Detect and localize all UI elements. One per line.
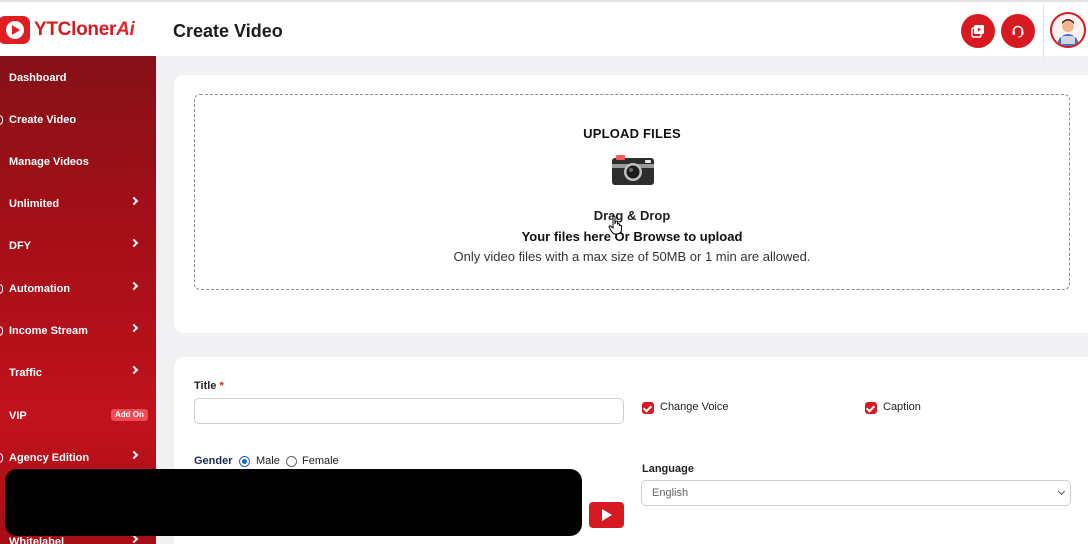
browse-upload-text[interactable]: Your files here Or Browse to upload xyxy=(195,229,1069,244)
upload-constraints-text: Only video files with a max size of 50MB… xyxy=(453,249,811,264)
sidebar-item-label: Whitelabel xyxy=(9,536,65,544)
sidebar-item-label: Create Video xyxy=(9,114,77,126)
top-header: YTClonerAi Create Video xyxy=(0,0,1088,58)
sidebar-item-label: Income Stream xyxy=(9,325,88,337)
sidebar-item-create-video[interactable]: Create Video xyxy=(0,110,156,130)
add-on-badge: Add On xyxy=(111,409,148,421)
title-input[interactable] xyxy=(194,398,624,424)
video-library-icon xyxy=(971,25,984,38)
sidebar-item-manage-videos[interactable]: Manage Videos xyxy=(0,152,156,172)
sidebar-item-label: Automation xyxy=(9,283,71,295)
sidebar-item-label: Manage Videos xyxy=(9,156,89,168)
sidebar-item-label: Traffic xyxy=(9,367,43,379)
gender-female-radio[interactable] xyxy=(286,456,297,467)
gender-male-label: Male xyxy=(256,455,280,467)
hand-cursor-icon xyxy=(608,215,622,235)
chevron-right-icon xyxy=(129,323,139,333)
upload-card: UPLOAD FILES Drag & Drop Your files here… xyxy=(174,75,1088,333)
change-voice-checkbox[interactable] xyxy=(642,402,654,414)
headset-support-icon xyxy=(1012,25,1024,38)
upload-title: UPLOAD FILES xyxy=(583,126,681,141)
caption-label: Caption xyxy=(883,401,921,413)
language-selected-value: English xyxy=(652,487,689,499)
header-divider xyxy=(1043,4,1044,58)
app-logo[interactable]: YTClonerAi xyxy=(0,16,135,44)
sidebar-item-label: Agency Edition xyxy=(9,452,90,464)
sidebar-item-icon xyxy=(0,453,3,463)
language-label: Language xyxy=(642,463,694,475)
video-library-button[interactable] xyxy=(961,14,995,48)
sidebar-item-label: DFY xyxy=(9,240,31,252)
chevron-right-icon xyxy=(129,450,139,460)
user-avatar-icon xyxy=(1057,19,1079,46)
support-button[interactable] xyxy=(1001,14,1035,48)
sidebar-item-label: Unlimited xyxy=(9,198,60,210)
sidebar-item-income-stream[interactable]: Income Stream xyxy=(0,321,156,341)
required-mark: * xyxy=(219,380,224,392)
logo-text-main: YTCloner xyxy=(34,19,117,40)
logo-text: YTClonerAi xyxy=(34,19,135,41)
page-title: Create Video xyxy=(173,21,283,41)
logo-text-accent: Ai xyxy=(116,19,135,40)
chevron-right-icon xyxy=(129,238,139,248)
change-voice-label: Change Voice xyxy=(660,401,729,413)
sidebar-item-label: Dashboard xyxy=(9,72,67,84)
title-label: Title * xyxy=(194,380,224,392)
chevron-right-icon xyxy=(129,365,139,375)
sidebar-item-traffic[interactable]: Traffic xyxy=(0,363,156,383)
chevron-down-icon xyxy=(1057,487,1066,496)
sidebar-item-icon xyxy=(0,284,3,294)
user-avatar[interactable] xyxy=(1050,12,1086,48)
sidebar-item-vip[interactable]: VIP Add On xyxy=(0,406,156,426)
gender-male-radio[interactable] xyxy=(239,456,250,467)
chevron-right-icon xyxy=(129,534,139,544)
chevron-right-icon xyxy=(129,281,139,291)
preview-voice-button[interactable] xyxy=(589,502,624,528)
gender-label: Gender xyxy=(194,455,233,467)
logo-play-icon xyxy=(0,16,30,44)
sidebar-item-icon xyxy=(0,115,3,125)
language-select[interactable]: English xyxy=(641,480,1071,506)
drag-drop-text: Drag & Drop xyxy=(593,208,671,223)
caption-checkbox[interactable] xyxy=(865,402,877,414)
sidebar-item-label: VIP xyxy=(9,410,27,422)
camera-icon xyxy=(612,155,654,185)
gender-female-label: Female xyxy=(302,455,339,467)
file-dropzone[interactable]: UPLOAD FILES Drag & Drop Your files here… xyxy=(194,94,1070,290)
title-label-text: Title xyxy=(194,380,217,392)
sidebar-item-unlimited[interactable]: Unlimited xyxy=(0,194,156,214)
sidebar-item-agency-edition[interactable]: Agency Edition xyxy=(0,448,156,468)
sidebar-item-dfy[interactable]: DFY xyxy=(0,236,156,256)
sidebar-item-dashboard[interactable]: Dashboard xyxy=(0,68,156,88)
redacted-region xyxy=(5,469,582,536)
chevron-right-icon xyxy=(129,196,139,206)
sidebar-item-icon xyxy=(0,326,3,336)
sidebar-item-automation[interactable]: Automation xyxy=(0,279,156,299)
